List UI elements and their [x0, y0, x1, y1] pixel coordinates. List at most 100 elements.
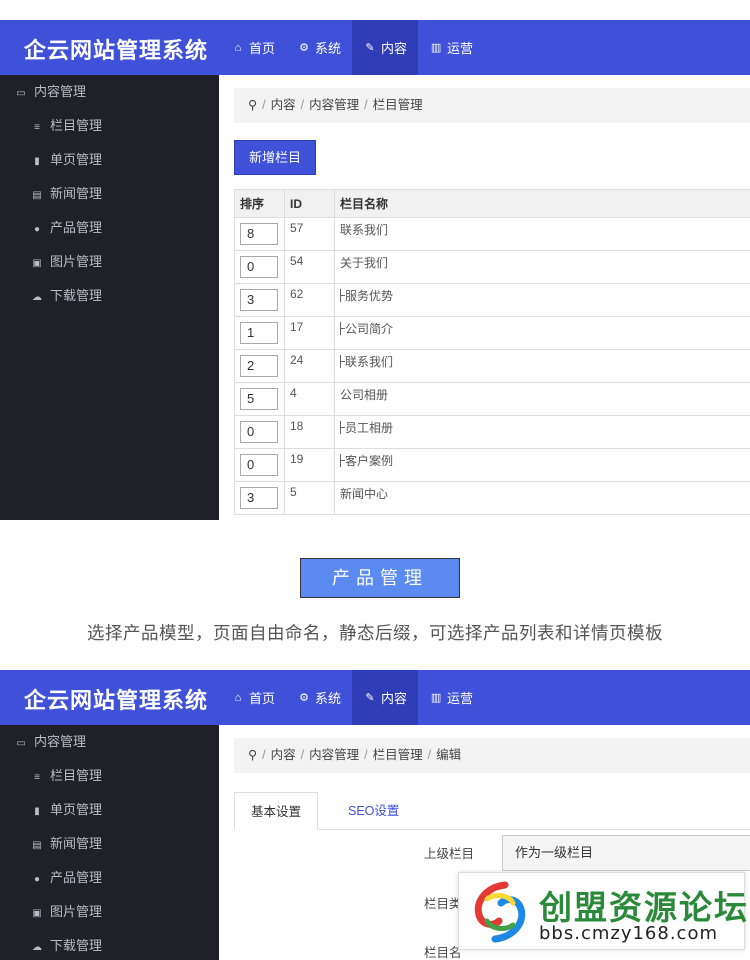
nav-content-label: 内容	[381, 41, 408, 56]
column-name: 员工相册	[345, 421, 394, 435]
settings-tabs: 基本设置 SEO设置	[234, 792, 750, 830]
sidebar-item-news[interactable]: ▤ 新闻管理	[0, 177, 219, 211]
nav-operation[interactable]: ▥ 运营	[418, 670, 484, 725]
name-cell: 联系我们	[334, 349, 750, 383]
nav-home-label: 首页	[249, 691, 276, 706]
cloud-download-icon: ☁	[32, 292, 42, 303]
tab-basic-settings[interactable]: 基本设置	[234, 792, 319, 830]
sidebar-head-label: 内容管理	[34, 84, 87, 99]
sidebar-item-news[interactable]: ▤ 新闻管理	[0, 827, 219, 861]
forum-logo-icon	[474, 881, 526, 943]
newspaper-icon: ▤	[32, 840, 42, 851]
name-cell: 新闻中心	[334, 481, 750, 515]
sidebar-head-label: 内容管理	[34, 734, 87, 749]
tree-branch-icon	[340, 355, 345, 368]
top-navbar: 企云网站管理系统 ⌂ 首页 ⚙ 系统 ✎ 内容 ▥ 运营	[0, 670, 750, 725]
sort-cell: 0	[234, 415, 285, 449]
nav-content[interactable]: ✎ 内容	[352, 20, 419, 75]
sidebar-item-products[interactable]: ● 产品管理	[0, 861, 219, 895]
sort-input[interactable]: 5	[240, 388, 278, 410]
sort-cell: 3	[234, 283, 285, 317]
tree-branch-icon	[340, 322, 345, 335]
sort-cell: 3	[234, 481, 285, 515]
gears-icon: ⚙	[299, 42, 309, 54]
sidebar-item-products[interactable]: ● 产品管理	[0, 211, 219, 245]
breadcrumb-item[interactable]: 内容	[271, 748, 296, 762]
id-cell: 54	[284, 250, 335, 284]
column-name: 客户案例	[345, 454, 394, 468]
tree-branch-icon	[340, 421, 345, 434]
tree-branch-icon	[340, 289, 345, 302]
sort-input[interactable]: 0	[240, 454, 278, 476]
top-navbar: 企云网站管理系统 ⌂ 首页 ⚙ 系统 ✎ 内容 ▥ 运营	[0, 20, 750, 75]
section-heading: 产品管理	[300, 558, 460, 598]
nav-content[interactable]: ✎ 内容	[352, 670, 419, 725]
parent-column-select[interactable]: 作为一级栏目	[502, 835, 750, 871]
sort-input[interactable]: 3	[240, 289, 278, 311]
nav-home[interactable]: ⌂ 首页	[220, 20, 286, 75]
product-icon: ●	[33, 224, 41, 235]
name-cell: 公司简介	[334, 316, 750, 350]
newspaper-icon: ▤	[32, 190, 42, 201]
sidebar-item-downloads[interactable]: ☁ 下载管理	[0, 279, 219, 313]
sort-input[interactable]: 0	[240, 421, 278, 443]
column-name: 联系我们	[340, 223, 389, 237]
nav-system[interactable]: ⚙ 系统	[286, 20, 352, 75]
name-cell: 公司相册	[334, 382, 750, 416]
id-cell: 62	[284, 283, 335, 317]
id-cell: 19	[284, 448, 335, 482]
sidebar-item-label: 新闻管理	[50, 836, 103, 851]
folder-open-icon: ▭	[16, 88, 26, 99]
table-row: 0 18 员工相册	[234, 415, 750, 449]
image-icon: ▣	[32, 258, 42, 269]
sort-input[interactable]: 2	[240, 355, 278, 377]
sort-input[interactable]: 8	[240, 223, 278, 245]
id-cell: 57	[284, 217, 335, 251]
breadcrumb-item[interactable]: 栏目管理	[373, 748, 423, 762]
breadcrumb-item[interactable]: 内容	[271, 98, 296, 112]
edit-icon: ✎	[365, 42, 375, 54]
sidebar-item-label: 新闻管理	[50, 186, 103, 201]
sort-cell: 8	[234, 217, 285, 251]
sidebar: ▭ 内容管理 ≡ 栏目管理 ▮ 单页管理 ▤ 新闻管理 ● 产品管理 ▣ 图片管理 ☁ 下载管…	[0, 75, 219, 520]
nav-operation[interactable]: ▥ 运营	[418, 20, 484, 75]
sidebar-item-columns[interactable]: ≡ 栏目管理	[0, 109, 219, 143]
breadcrumb-item[interactable]: 内容管理	[309, 748, 359, 762]
image-icon: ▣	[32, 908, 42, 919]
name-cell: 服务优势	[334, 283, 750, 317]
watermark-url: bbs.cmzy168.com	[539, 923, 719, 944]
breadcrumb-item[interactable]: 内容管理	[309, 98, 359, 112]
tab-seo-settings[interactable]: SEO设置	[332, 792, 415, 830]
top-nav: ⌂ 首页 ⚙ 系统 ✎ 内容 ▥ 运营	[220, 20, 484, 75]
file-icon: ▮	[34, 156, 40, 167]
id-cell: 24	[284, 349, 335, 383]
sort-input[interactable]: 3	[240, 487, 278, 509]
sidebar-head[interactable]: ▭ 内容管理	[0, 725, 219, 759]
sidebar-item-label: 栏目管理	[50, 768, 103, 783]
sidebar-item-pages[interactable]: ▮ 单页管理	[0, 143, 219, 177]
table-row: 0 19 客户案例	[234, 448, 750, 482]
sort-input[interactable]: 0	[240, 256, 278, 278]
nav-operation-label: 运营	[447, 691, 474, 706]
table-row: 5 4 公司相册	[234, 382, 750, 416]
name-cell: 员工相册	[334, 415, 750, 449]
name-cell: 客户案例	[334, 448, 750, 482]
add-column-button[interactable]: 新增栏目	[234, 140, 316, 175]
sort-input[interactable]: 1	[240, 322, 278, 344]
sidebar-head[interactable]: ▭ 内容管理	[0, 75, 219, 109]
breadcrumb: ⚲ / 内容 / 内容管理 / 栏目管理	[234, 88, 750, 123]
nav-home[interactable]: ⌂ 首页	[220, 670, 286, 725]
sidebar: ▭ 内容管理 ≡ 栏目管理 ▮ 单页管理 ▤ 新闻管理 ● 产品管理 ▣ 图片管理 ☁ 下载管…	[0, 725, 219, 960]
column-header-name: 栏目名称	[334, 189, 750, 218]
table-row: 3 62 服务优势	[234, 283, 750, 317]
nav-system[interactable]: ⚙ 系统	[286, 670, 352, 725]
sidebar-item-downloads[interactable]: ☁ 下载管理	[0, 929, 219, 960]
sidebar-item-images[interactable]: ▣ 图片管理	[0, 895, 219, 929]
bar-chart-icon: ▥	[430, 42, 442, 54]
breadcrumb: ⚲ / 内容 / 内容管理 / 栏目管理 / 编辑	[234, 738, 750, 773]
app-title: 企云网站管理系统	[24, 38, 209, 63]
sidebar-item-columns[interactable]: ≡ 栏目管理	[0, 759, 219, 793]
list-icon: ≡	[34, 772, 40, 783]
sidebar-item-images[interactable]: ▣ 图片管理	[0, 245, 219, 279]
sidebar-item-pages[interactable]: ▮ 单页管理	[0, 793, 219, 827]
